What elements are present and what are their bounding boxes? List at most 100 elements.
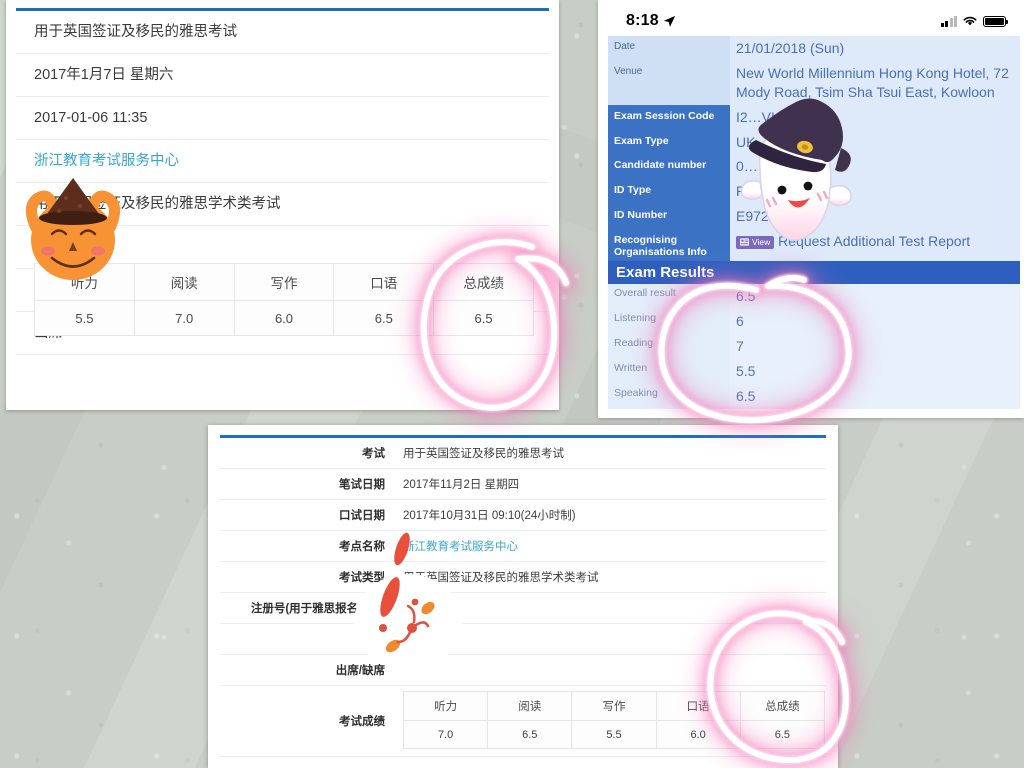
c-value-test-centre[interactable]: 浙江教育考试服务中心 xyxy=(394,530,826,562)
wifi-icon xyxy=(963,16,977,26)
c-value-exam: 用于英国签证及移民的雅思考试 xyxy=(394,438,826,469)
a-th-reading: 阅读 xyxy=(133,263,235,301)
b-label-recognising-orgs: Recognising Organisations Info xyxy=(608,229,730,262)
a-td-speaking: 6.5 xyxy=(333,300,435,336)
b-value-reading: 7 xyxy=(730,333,1020,359)
a-th-speaking: 口语 xyxy=(333,263,435,301)
table-row-speaking: Speaking 6.5 xyxy=(608,383,1020,409)
c-label-attendance: 出席/缺席 xyxy=(220,654,394,686)
table-row-id-number: ID Number E972… xyxy=(608,204,1020,230)
c-label-written-date: 笔试日期 xyxy=(220,468,394,500)
c-th-reading: 阅读 xyxy=(487,691,573,721)
c-value-blank xyxy=(394,623,826,655)
table-row-values: 5.5 7.0 6.0 6.5 6.5 xyxy=(34,300,534,336)
b-label-overall: Overall result xyxy=(608,284,730,310)
table-row-recognising-orgs: Recognising Organisations Info View Requ… xyxy=(608,229,1020,262)
b-label-candidate-number: Candidate number xyxy=(608,154,730,180)
a-row-exam-date: 2017年1月7日 星期六 xyxy=(16,54,549,97)
a-th-writing: 写作 xyxy=(233,263,335,301)
c-score-table-wrap: 听力 阅读 写作 口语 总成绩 7.0 6.5 5.5 6.0 6.5 xyxy=(402,687,826,755)
a-th-overall: 总成绩 xyxy=(433,263,534,301)
table-row-header: 听力 阅读 写作 口语 总成绩 xyxy=(402,691,826,721)
b-value-exam-type: UK xyxy=(730,129,1020,155)
clock-label: 8:18 xyxy=(626,12,659,29)
c-td-reading: 6.5 xyxy=(487,720,573,749)
c-value-written-date: 2017年11月2日 星期四 xyxy=(394,468,826,500)
b-value-id-type: Passport xyxy=(730,179,1020,205)
table-row-results-header: Exam Results xyxy=(608,261,1020,285)
c-label-registration-number: 注册号(用于雅思报名流程) xyxy=(220,592,394,624)
table-row-candidate-number: Candidate number 0… xyxy=(608,154,1020,180)
table-row-values: 7.0 6.5 5.5 6.0 6.5 xyxy=(402,720,826,749)
c-label-test-centre: 考点名称 xyxy=(220,530,394,562)
status-bar-right xyxy=(940,15,1008,27)
location-arrow-icon xyxy=(663,15,676,27)
battery-full-icon xyxy=(983,15,1008,27)
view-badge[interactable]: View xyxy=(736,235,775,250)
cellular-signal-icon xyxy=(940,15,957,27)
table-row-date: Date 21/01/2018 (Sun) xyxy=(608,36,1020,61)
a-score-table-wrap: 听力 阅读 写作 口语 总成绩 5.5 7.0 6.0 6.5 6.5 xyxy=(34,263,534,336)
c-value-exam-type: 用于英国签证及移民的雅思学术类考试 xyxy=(394,561,826,593)
b-value-written: 5.5 xyxy=(730,358,1020,384)
a-score-table: 听力 阅读 写作 口语 总成绩 5.5 7.0 6.0 6.5 6.5 xyxy=(34,263,534,336)
b-label-session-code: Exam Session Code xyxy=(608,104,730,130)
panel-ielts-hongkong-result: 8:18 Date 21/01/2018 (Sun) Venue New Wor… xyxy=(598,0,1024,418)
b-value-date: 21/01/2018 (Sun) xyxy=(730,36,1020,61)
b-label-written: Written xyxy=(608,358,730,384)
b-value-listening: 6 xyxy=(730,309,1020,334)
b-value-id-number: E972… xyxy=(730,204,1020,230)
b-value-overall: 6.5 xyxy=(730,284,1020,310)
table-row-scores: 考试成绩 听力 阅读 写作 口语 总成绩 7.0 6.5 5.5 6.0 6.5 xyxy=(220,685,826,757)
c-label-exam-type: 考试类型 xyxy=(220,561,394,593)
b-label-id-number: ID Number xyxy=(608,204,730,230)
c-label-blank xyxy=(220,623,394,655)
b-value-speaking: 6.5 xyxy=(730,383,1020,409)
b-results-header: Exam Results xyxy=(608,261,1020,285)
b-value-session-code: I2…VIAV2 xyxy=(730,104,1020,130)
panel-c-content: 考试 用于英国签证及移民的雅思考试 笔试日期 2017年11月2日 星期四 口试… xyxy=(220,435,826,768)
b-label-reading: Reading xyxy=(608,333,730,359)
a-td-writing: 6.0 xyxy=(233,300,335,336)
a-row-exam-type: 用于英国签证及移民的雅思学术类考试 xyxy=(16,183,549,226)
status-bar-left: 8:18 xyxy=(626,12,676,30)
c-th-writing: 写作 xyxy=(571,691,657,721)
b-label-speaking: Speaking xyxy=(608,383,730,409)
table-row-test-centre: 考点名称 浙江教育考试服务中心 xyxy=(220,530,826,562)
table-row-overall: Overall result 6.5 xyxy=(608,284,1020,310)
c-value-registration-number xyxy=(394,592,826,624)
b-value-recognising-orgs[interactable]: View Request Additional Test Report xyxy=(730,229,1020,262)
table-row-venue: Venue New World Millennium Hong Kong Hot… xyxy=(608,60,1020,105)
c-label-speaking-date: 口试日期 xyxy=(220,499,394,531)
b-label-date: Date xyxy=(608,36,730,61)
panel-ielts-result-detail: 考试 用于英国签证及移民的雅思考试 笔试日期 2017年11月2日 星期四 口试… xyxy=(208,425,838,768)
table-row-reading: Reading 7 xyxy=(608,333,1020,359)
b-request-report-link[interactable]: Request Additional Test Report xyxy=(778,233,970,249)
table-row-written: Written 5.5 xyxy=(608,358,1020,384)
table-row-id-type: ID Type Passport xyxy=(608,179,1020,205)
table-row-speaking-date: 口试日期 2017年10月31日 09:10(24小时制) xyxy=(220,499,826,531)
c-value-speaking-date: 2017年10月31日 09:10(24小时制) xyxy=(394,499,826,531)
c-score-table: 听力 阅读 写作 口语 总成绩 7.0 6.5 5.5 6.0 6.5 xyxy=(402,691,826,749)
view-badge-label: View xyxy=(752,236,771,247)
panel-zhejiang-ielts-result: 用于英国签证及移民的雅思考试 2017年1月7日 星期六 2017-01-06 … xyxy=(6,0,559,410)
c-info-table: 考试 用于英国签证及移民的雅思考试 笔试日期 2017年11月2日 星期四 口试… xyxy=(220,438,826,757)
table-row-attendance: 出席/缺席 xyxy=(220,654,826,686)
c-value-attendance xyxy=(394,654,826,686)
b-value-venue: New World Millennium Hong Kong Hotel, 72… xyxy=(730,60,1020,105)
a-row-timestamp: 2017-01-06 11:35 xyxy=(16,97,549,140)
a-td-overall: 6.5 xyxy=(433,300,534,336)
a-td-listening: 5.5 xyxy=(34,300,135,336)
c-label-scores: 考试成绩 xyxy=(220,685,394,757)
table-row-header: 听力 阅读 写作 口语 总成绩 xyxy=(34,263,534,301)
table-row-session-code: Exam Session Code I2…VIAV2 xyxy=(608,104,1020,130)
table-row-registration-number: 注册号(用于雅思报名流程) xyxy=(220,592,826,624)
c-td-writing: 5.5 xyxy=(571,720,657,749)
a-td-reading: 7.0 xyxy=(133,300,235,336)
c-label-exam: 考试 xyxy=(220,438,394,469)
table-row-exam-type: Exam Type UK xyxy=(608,129,1020,155)
c-th-speaking: 口语 xyxy=(655,691,741,721)
a-row-test-centre[interactable]: 浙江教育考试服务中心 xyxy=(16,140,549,183)
c-td-overall: 6.5 xyxy=(739,720,826,749)
table-row-exam: 考试 用于英国签证及移民的雅思考试 xyxy=(220,438,826,469)
